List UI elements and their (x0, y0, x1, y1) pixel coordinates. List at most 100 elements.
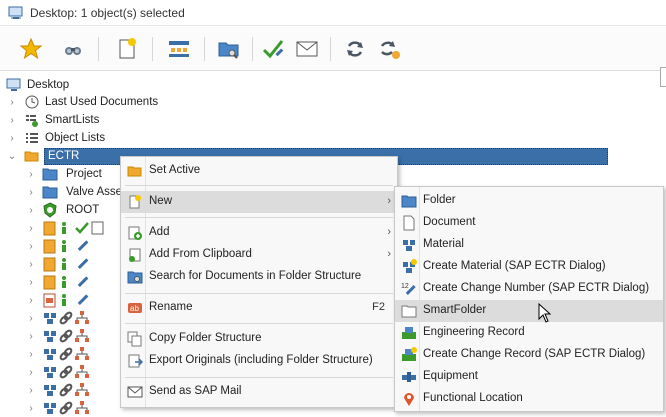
smartlist-icon (24, 112, 40, 128)
tree-item-document[interactable] (42, 255, 90, 273)
chevron-right-icon[interactable]: › (26, 291, 36, 309)
tree-item-document[interactable] (42, 219, 106, 237)
chevron-down-icon[interactable]: ⌄ (7, 147, 17, 165)
chevron-right-icon[interactable]: › (26, 381, 36, 399)
menu-item-add-from-clipboard[interactable]: Add From Clipboard › (121, 244, 397, 266)
chevron-right-icon[interactable]: › (26, 237, 36, 255)
chevron-right-icon[interactable]: › (26, 201, 36, 219)
edit-check-button[interactable] (258, 34, 288, 64)
tree-item-label: ROOT (66, 204, 100, 216)
tree-item-valve-assembly[interactable]: Valve Asse (42, 183, 122, 201)
chevron-right-icon[interactable]: › (7, 93, 17, 111)
submenu-item-document[interactable]: Document (395, 212, 663, 234)
chevron-right-icon[interactable]: › (26, 165, 36, 183)
context-menu: Set Active New › Add › Add From Clipboar… (120, 156, 398, 408)
refresh-settings-button[interactable] (374, 34, 404, 64)
refresh-button[interactable] (340, 34, 370, 64)
favorites-star-button[interactable] (16, 34, 46, 64)
menu-item-label: Rename (149, 301, 193, 313)
chevron-right-icon[interactable]: › (26, 345, 36, 363)
toolbar-separator (252, 37, 253, 61)
menu-item-shortcut: F2 (372, 301, 385, 313)
document-icon (42, 256, 58, 272)
chevron-right-icon[interactable]: › (26, 327, 36, 345)
chevron-right-icon[interactable]: › (26, 183, 36, 201)
toolbar-separator (204, 37, 205, 61)
hierarchy-icon (74, 328, 90, 344)
link-icon (58, 382, 74, 398)
new-document-button[interactable] (112, 34, 142, 64)
menu-item-label: Add (149, 226, 170, 238)
tree-item-label: SmartLists (45, 114, 100, 126)
submenu-item-engineering-record[interactable]: Engineering Record (395, 322, 663, 344)
menu-item-set-active[interactable]: Set Active (121, 160, 397, 182)
structure-button[interactable] (164, 34, 194, 64)
menu-item-send-sap-mail[interactable]: Send as SAP Mail (121, 381, 397, 403)
tree-item-material[interactable] (42, 345, 90, 363)
tree-item-root[interactable]: ROOT (42, 201, 99, 219)
chevron-right-icon[interactable]: › (7, 129, 17, 147)
submenu-item-create-change-number[interactable]: 12 Create Change Number (SAP ECTR Dialog… (395, 278, 663, 300)
menu-item-search-documents[interactable]: Search for Documents in Folder Structure (121, 266, 397, 288)
menu-item-label: Equipment (423, 370, 478, 382)
menu-item-add[interactable]: Add › (121, 222, 397, 244)
history-clock-icon (24, 94, 40, 110)
submenu-item-functional-location[interactable]: Functional Location (395, 388, 663, 410)
menu-item-new[interactable]: New › (121, 191, 397, 213)
tree-item-material[interactable] (42, 381, 90, 399)
menu-item-label: Create Change Number (SAP ECTR Dialog) (423, 282, 650, 294)
menu-item-label: Folder (423, 194, 456, 206)
material-icon (42, 310, 58, 326)
link-icon (58, 346, 74, 362)
folder-search-button[interactable] (214, 34, 244, 64)
chevron-right-icon: › (387, 248, 391, 260)
svg-text:ab: ab (130, 304, 139, 313)
send-mail-button[interactable] (292, 34, 322, 64)
submenu-item-folder[interactable]: Folder (395, 190, 663, 212)
chevron-right-icon[interactable]: › (26, 219, 36, 237)
tree-item-document[interactable] (42, 291, 90, 309)
chevron-right-icon[interactable]: › (26, 309, 36, 327)
chevron-right-icon[interactable]: › (26, 273, 36, 291)
toolbar-separator (152, 37, 153, 61)
new-submenu: Folder Document Material Create Material… (394, 186, 664, 412)
menu-item-rename[interactable]: ab Rename F2 (121, 297, 397, 319)
tree-item-document[interactable] (42, 273, 90, 291)
material-icon (42, 346, 58, 362)
menu-item-label: Set Active (149, 164, 201, 176)
status-icon (58, 256, 74, 272)
submenu-item-create-change-record[interactable]: Create Change Record (SAP ECTR Dialog) (395, 344, 663, 366)
folder-search-icon (127, 269, 143, 285)
chevron-right-icon[interactable]: › (7, 111, 17, 129)
document-icon (42, 238, 58, 254)
tree-item-material[interactable] (42, 327, 90, 345)
tree-item-material[interactable] (42, 399, 90, 417)
change-record-icon (401, 347, 417, 363)
menu-item-export-originals[interactable]: Export Originals (including Folder Struc… (121, 350, 397, 372)
tree-item-smartlists[interactable]: SmartLists (24, 111, 99, 129)
tree-item-project[interactable]: Project (42, 165, 102, 183)
menu-separator (125, 377, 393, 378)
submenu-item-create-material[interactable]: Create Material (SAP ECTR Dialog) (395, 256, 663, 278)
tree-item-material[interactable] (42, 309, 90, 327)
desktop-icon (8, 5, 24, 21)
submenu-item-smartfolder[interactable]: SmartFolder (395, 300, 663, 322)
submenu-item-equipment[interactable]: Equipment (395, 366, 663, 388)
menu-item-label: Material (423, 238, 464, 250)
submenu-item-material[interactable]: Material (395, 234, 663, 256)
document-icon (42, 274, 58, 290)
tree-item-last-used[interactable]: Last Used Documents (24, 93, 158, 111)
rename-icon: ab (127, 300, 143, 316)
chevron-right-icon[interactable]: › (26, 255, 36, 273)
tree-item-material[interactable] (42, 363, 90, 381)
tree-item-document[interactable] (42, 237, 90, 255)
pencil-icon (74, 256, 90, 272)
tree-item-ectr-folder-icon (24, 147, 40, 165)
chevron-right-icon[interactable]: › (26, 399, 36, 417)
menu-item-copy-folder-structure[interactable]: Copy Folder Structure (121, 328, 397, 350)
hierarchy-icon (74, 310, 90, 326)
binoculars-search-button[interactable] (58, 34, 88, 64)
chevron-right-icon[interactable]: › (26, 363, 36, 381)
tree-root-desktop[interactable]: Desktop (6, 76, 69, 94)
tree-item-object-lists[interactable]: Object Lists (24, 129, 105, 147)
